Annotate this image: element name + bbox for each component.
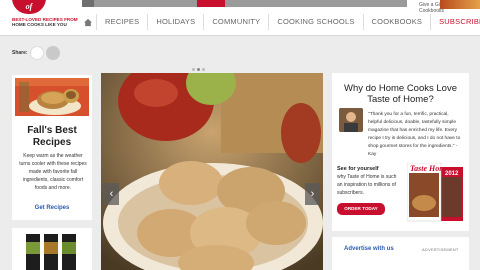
- carousel-prev-button[interactable]: ‹: [104, 183, 119, 205]
- advertise-link[interactable]: Advertise with us: [344, 246, 394, 252]
- order-today-button[interactable]: ORDER TODAY: [337, 203, 385, 215]
- fall-recipes-description: Keep warm as the weather turns cooler wi…: [19, 153, 87, 191]
- page: of Home BEST-LOVED RECIPES FROM HOME COO…: [0, 0, 480, 270]
- carousel-dot[interactable]: [192, 68, 195, 71]
- magazine-year: 2012: [445, 171, 459, 177]
- cookies-photo: [101, 73, 323, 270]
- fall-recipes-title: Fall's Best Recipes: [27, 125, 77, 148]
- promo-highlight: [197, 0, 225, 7]
- promo-banner[interactable]: [82, 0, 407, 7]
- magazine-illustration: Taste Home 2012: [406, 162, 463, 222]
- carousel-dot[interactable]: [202, 68, 205, 71]
- carousel-next-button[interactable]: ›: [305, 183, 320, 205]
- nav-holidays[interactable]: HOLIDAYS: [147, 14, 203, 30]
- avatar: [339, 108, 363, 132]
- magazine-title: Taste Home: [410, 164, 449, 173]
- site-header: of Home BEST-LOVED RECIPES FROM HOME COO…: [0, 0, 480, 36]
- apple-dessert-illustration: [15, 78, 89, 116]
- chevron-left-icon: ‹: [109, 188, 114, 200]
- tagline-dark: HOME COOKS LIKE YOU: [12, 22, 67, 27]
- testimonial-quote: "Thank you for a fun, terrific, practica…: [368, 112, 461, 157]
- see-for-yourself-title: See for yourself: [337, 166, 379, 172]
- testimonial-title: Why do Home Cooks Love Taste of Home?: [344, 83, 457, 105]
- site-tagline: BEST-LOVED RECIPES FROM HOME COOKS LIKE …: [12, 17, 82, 27]
- fall-recipes-image[interactable]: [15, 78, 89, 116]
- nav-subscribe[interactable]: SUBSCRIBE: [430, 14, 480, 30]
- chevron-right-icon: ›: [310, 188, 315, 200]
- spice-promo-card[interactable]: [12, 228, 92, 270]
- cookbook-promo-image[interactable]: [440, 0, 480, 9]
- share-label: Share:: [12, 50, 28, 56]
- hero-carousel[interactable]: [101, 73, 323, 270]
- magazine-cover[interactable]: Taste Home 2012: [406, 162, 465, 223]
- spice-jars-illustration: [12, 228, 92, 270]
- nav-home[interactable]: [82, 14, 96, 30]
- logo-prefix: of: [25, 2, 33, 11]
- home-icon: [84, 18, 92, 26]
- advertise-card: Advertise with us ADVERTISEMENT: [332, 237, 469, 270]
- carousel-pagination: [192, 68, 205, 71]
- main-nav: RECIPES HOLIDAYS COMMUNITY COOKING SCHOO…: [82, 14, 480, 30]
- share-button-2[interactable]: [46, 46, 60, 60]
- advertisement-label: ADVERTISEMENT: [422, 247, 459, 252]
- nav-recipes[interactable]: RECIPES: [96, 14, 147, 30]
- promo-thumbnail: [82, 0, 94, 7]
- site-logo[interactable]: of Home: [12, 0, 46, 32]
- user-photo: [339, 108, 363, 132]
- nav-cookbooks[interactable]: COOKBOOKS: [362, 14, 431, 30]
- carousel-dot-active[interactable]: [197, 68, 200, 71]
- share-button-1[interactable]: [30, 46, 44, 60]
- see-for-yourself-text: why Taste of Home is such an inspiration…: [337, 174, 397, 196]
- testimonial-card: Why do Home Cooks Love Taste of Home? "T…: [332, 73, 469, 231]
- fall-recipes-card: Fall's Best Recipes Keep warm as the wea…: [12, 75, 92, 220]
- nav-cooking-schools[interactable]: COOKING SCHOOLS: [268, 14, 362, 30]
- nav-community[interactable]: COMMUNITY: [203, 14, 268, 30]
- get-recipes-link[interactable]: Get Recipes: [12, 205, 92, 211]
